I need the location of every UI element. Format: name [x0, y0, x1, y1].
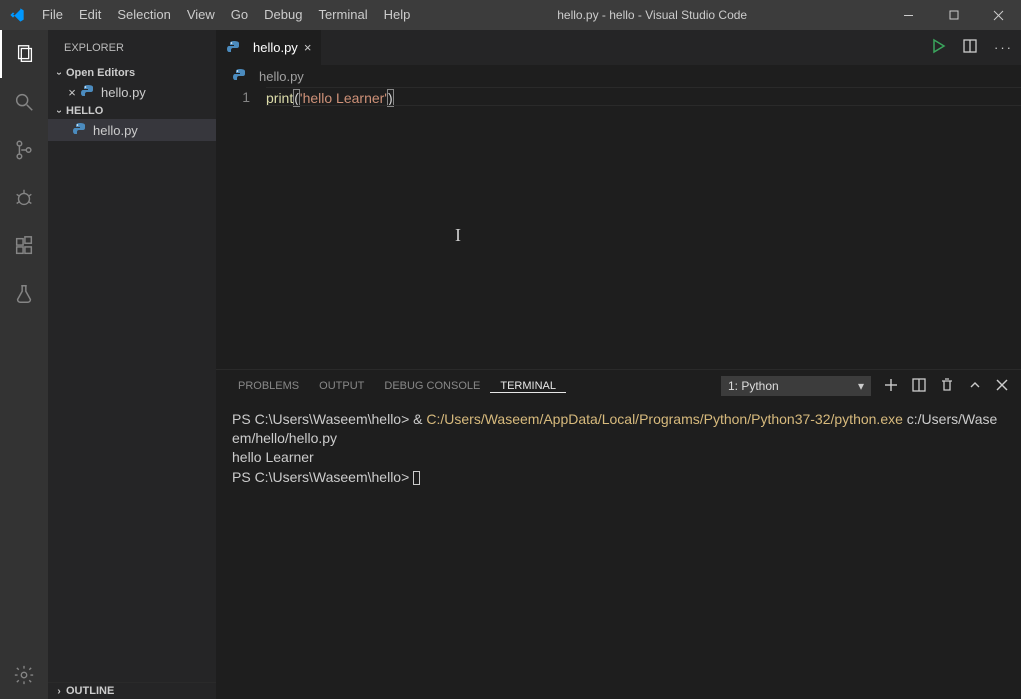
- kill-terminal-icon[interactable]: [939, 377, 955, 396]
- extensions-icon[interactable]: [0, 222, 48, 270]
- python-file-icon: [226, 40, 242, 56]
- debug-icon[interactable]: [0, 174, 48, 222]
- title-bar: File Edit Selection View Go Debug Termin…: [0, 0, 1021, 30]
- line-number: 1: [216, 87, 266, 369]
- menu-view[interactable]: View: [179, 0, 223, 30]
- close-tab-icon[interactable]: ×: [304, 40, 312, 55]
- close-panel-icon[interactable]: [995, 378, 1009, 395]
- editor-tab[interactable]: hello.py ×: [216, 30, 321, 65]
- split-editor-icon[interactable]: [962, 38, 978, 57]
- file-tree-item[interactable]: hello.py: [48, 119, 216, 141]
- source-control-icon[interactable]: [0, 126, 48, 174]
- menu-help[interactable]: Help: [376, 0, 419, 30]
- new-terminal-icon[interactable]: [883, 377, 899, 396]
- debug-console-tab[interactable]: Debug Console: [374, 380, 490, 392]
- editor-tabs: hello.py × ···: [216, 30, 1021, 65]
- folder-label: hello: [66, 105, 103, 117]
- chevron-down-icon: ›: [54, 104, 65, 118]
- window-controls: [886, 0, 1021, 30]
- menu-selection[interactable]: Selection: [109, 0, 178, 30]
- outline-label: Outline: [66, 685, 114, 697]
- code-line: print('hello Learner'): [266, 87, 394, 369]
- more-actions-icon[interactable]: ···: [994, 40, 1013, 55]
- python-file-icon: [80, 84, 96, 100]
- python-file-icon: [72, 122, 88, 138]
- output-tab[interactable]: Output: [309, 380, 374, 392]
- breadcrumb[interactable]: hello.py: [216, 65, 1021, 87]
- panel-tabs: Problems Output Debug Console Terminal 1…: [216, 370, 1021, 402]
- activity-bar: [0, 30, 48, 699]
- code-editor[interactable]: 1 print('hello Learner'): [216, 87, 1021, 369]
- menu-terminal[interactable]: Terminal: [310, 0, 375, 30]
- outline-section[interactable]: › Outline: [48, 682, 216, 699]
- chevron-right-icon: ›: [52, 686, 66, 697]
- menu-file[interactable]: File: [34, 0, 71, 30]
- menu-debug[interactable]: Debug: [256, 0, 310, 30]
- testing-icon[interactable]: [0, 270, 48, 318]
- open-editors-label: Open Editors: [66, 67, 135, 79]
- menu-bar: File Edit Selection View Go Debug Termin…: [34, 0, 418, 30]
- editor-actions: ···: [930, 30, 1021, 65]
- chevron-down-icon: ›: [54, 66, 65, 80]
- explorer-icon[interactable]: [0, 30, 48, 78]
- open-editor-filename: hello.py: [101, 85, 146, 100]
- terminal-selector[interactable]: 1: Python: [721, 376, 871, 396]
- split-terminal-icon[interactable]: [911, 377, 927, 396]
- sidebar-title: Explorer: [48, 30, 216, 65]
- vscode-logo-icon: [0, 7, 34, 23]
- file-tree-filename: hello.py: [93, 123, 138, 138]
- folder-section[interactable]: › hello: [48, 103, 216, 119]
- terminal-output[interactable]: PS C:\Users\Waseem\hello> & C:/Users/Was…: [216, 402, 1021, 699]
- breadcrumb-file: hello.py: [259, 69, 304, 84]
- problems-tab[interactable]: Problems: [228, 380, 309, 392]
- settings-gear-icon[interactable]: [0, 651, 48, 699]
- close-window-button[interactable]: [976, 0, 1021, 30]
- window-title: hello.py - hello - Visual Studio Code: [418, 8, 886, 22]
- maximize-button[interactable]: [931, 0, 976, 30]
- open-editors-section[interactable]: › Open Editors: [48, 65, 216, 81]
- search-icon[interactable]: [0, 78, 48, 126]
- text-cursor-icon: I: [455, 224, 461, 247]
- minimize-button[interactable]: [886, 0, 931, 30]
- terminal-cursor: [413, 471, 420, 485]
- maximize-panel-icon[interactable]: [967, 377, 983, 396]
- explorer-sidebar: Explorer › Open Editors × hello.py › hel…: [48, 30, 216, 699]
- run-icon[interactable]: [930, 38, 946, 57]
- tab-filename: hello.py: [253, 40, 298, 55]
- close-icon[interactable]: ×: [64, 85, 80, 100]
- menu-go[interactable]: Go: [223, 0, 256, 30]
- terminal-tab[interactable]: Terminal: [490, 380, 566, 393]
- python-file-icon: [232, 68, 248, 84]
- editor-group: hello.py × ··· hello.py 1 print('hello L…: [216, 30, 1021, 699]
- open-editor-item[interactable]: × hello.py: [48, 81, 216, 103]
- bottom-panel: Problems Output Debug Console Terminal 1…: [216, 369, 1021, 699]
- menu-edit[interactable]: Edit: [71, 0, 109, 30]
